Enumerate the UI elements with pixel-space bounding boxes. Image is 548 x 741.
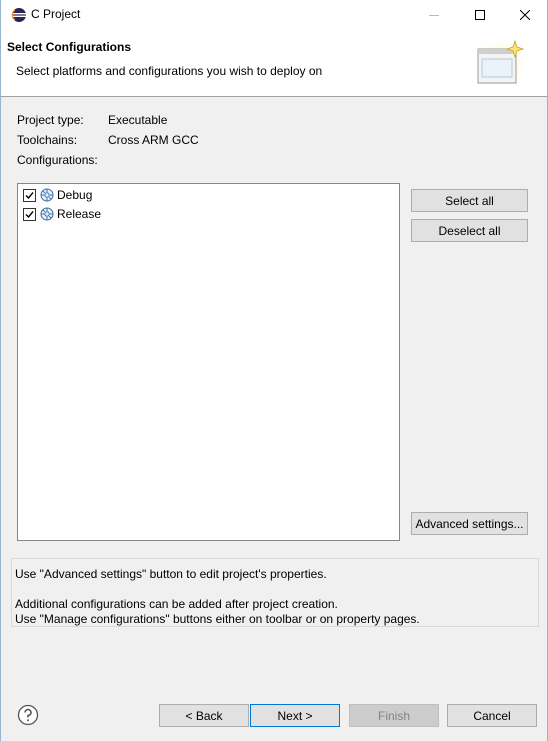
deselect-all-button[interactable]: Deselect all bbox=[411, 219, 528, 242]
maximize-icon bbox=[474, 10, 485, 20]
close-icon bbox=[519, 10, 530, 20]
configurations-label: Configurations: bbox=[17, 153, 98, 167]
maximize-button[interactable] bbox=[457, 0, 502, 30]
page-description: Select platforms and configurations you … bbox=[16, 64, 323, 78]
minimize-icon bbox=[428, 15, 439, 16]
message-line-1: Use "Advanced settings" button to edit p… bbox=[15, 567, 327, 581]
next-button[interactable]: Next > bbox=[250, 704, 340, 727]
page-title: Select Configurations bbox=[7, 40, 132, 54]
toolchains-label: Toolchains: bbox=[17, 133, 78, 147]
configuration-icon bbox=[40, 188, 54, 202]
title-bar: C Project bbox=[1, 0, 547, 30]
configuration-icon bbox=[40, 207, 54, 221]
toolchains-value: Cross ARM GCC bbox=[108, 133, 199, 147]
new-wizard-icon bbox=[477, 39, 525, 87]
checkmark-icon bbox=[25, 210, 34, 218]
finish-button[interactable]: Finish bbox=[349, 704, 439, 727]
list-item-debug[interactable]: Debug bbox=[23, 186, 92, 204]
configurations-list[interactable]: Debug Release bbox=[17, 183, 400, 541]
message-line-2: Additional configurations can be added a… bbox=[15, 597, 338, 611]
project-type-label: Project type: bbox=[17, 113, 84, 127]
info-message-area: Use "Advanced settings" button to edit p… bbox=[11, 558, 539, 627]
select-all-button[interactable]: Select all bbox=[411, 189, 528, 212]
message-line-3: Use "Manage configurations" buttons eith… bbox=[15, 612, 420, 626]
minimize-button[interactable] bbox=[411, 0, 456, 30]
window-title: C Project bbox=[31, 7, 81, 21]
dialog-window: C Project Select Configurations Select p… bbox=[0, 0, 548, 741]
release-label: Release bbox=[57, 207, 102, 221]
debug-label: Debug bbox=[57, 188, 93, 202]
close-button[interactable] bbox=[502, 0, 547, 30]
help-icon[interactable] bbox=[17, 704, 39, 726]
back-button[interactable]: < Back bbox=[159, 704, 249, 727]
debug-checkbox[interactable] bbox=[23, 188, 36, 202]
checkmark-icon bbox=[25, 191, 34, 199]
cancel-button[interactable]: Cancel bbox=[447, 704, 537, 727]
wizard-banner: Select Configurations Select platforms a… bbox=[1, 30, 547, 97]
list-item-release[interactable]: Release bbox=[23, 205, 101, 223]
project-type-value: Executable bbox=[108, 113, 168, 127]
release-checkbox[interactable] bbox=[23, 207, 36, 221]
eclipse-icon bbox=[11, 8, 26, 22]
advanced-settings-button[interactable]: Advanced settings... bbox=[411, 512, 528, 535]
